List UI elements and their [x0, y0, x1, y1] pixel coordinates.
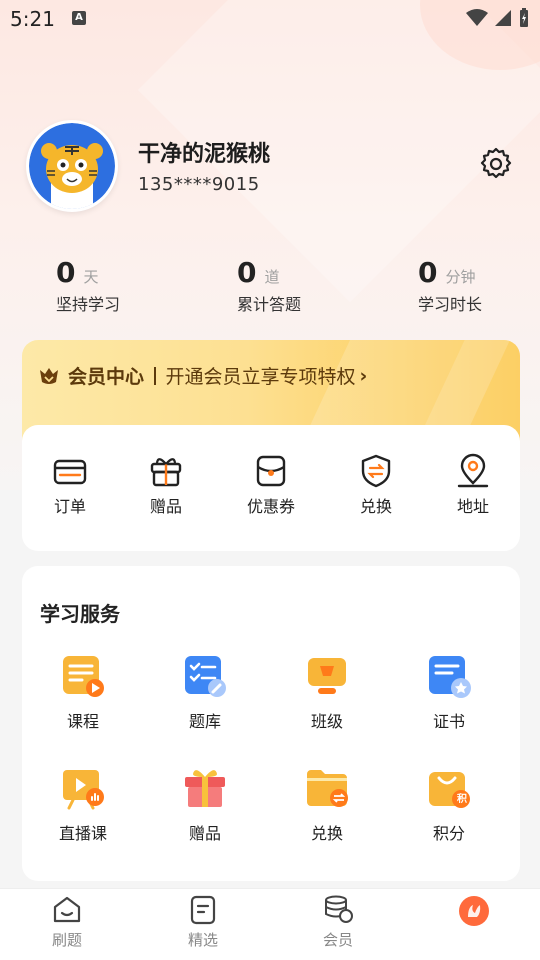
avatar[interactable] — [26, 120, 118, 212]
service-points[interactable]: 积分 积 — [399, 764, 499, 844]
live-course-icon — [63, 770, 104, 810]
status-time: 5:21 — [10, 7, 55, 31]
vip-crown-icon — [40, 367, 58, 384]
vip-center-link[interactable]: 会员中心 开通会员立享专项特权 › — [38, 362, 367, 389]
coins-icon — [325, 895, 353, 923]
stat-value: 0 — [56, 256, 76, 289]
service-live-course[interactable]: 直播课 — [33, 764, 133, 844]
service-gift[interactable]: 赠品 — [155, 764, 255, 844]
service-class[interactable]: 班级 — [277, 652, 377, 732]
class-icon — [308, 658, 346, 694]
gift-box-icon — [185, 770, 225, 807]
points-badge-text: 积 — [457, 794, 467, 805]
gift-icon — [150, 458, 182, 487]
wifi-icon — [466, 9, 488, 26]
service-label: 兑换 — [310, 824, 343, 843]
certificate-icon — [429, 656, 471, 698]
location-icon — [457, 453, 489, 488]
nav-item-practice[interactable]: 刷题 — [17, 895, 117, 950]
profile-icon — [459, 896, 489, 926]
shop-item-label: 优惠券 — [246, 497, 295, 516]
service-label: 课程 — [66, 712, 99, 731]
chevron-right-icon: › — [359, 364, 368, 387]
exchange-shield-icon — [361, 454, 391, 488]
service-certificate[interactable]: 证书 — [399, 652, 499, 732]
stat-value: 0 — [237, 256, 257, 289]
shop-item-coupon[interactable]: 优惠券 — [226, 453, 316, 517]
redeem-folder-icon — [307, 770, 348, 807]
stat-study-days[interactable]: 0天 坚持学习 — [56, 256, 120, 315]
stat-label: 学习时长 — [418, 295, 483, 314]
stat-answered[interactable]: 0道 累计答题 — [237, 256, 301, 315]
nav-label: 精选 — [187, 931, 218, 949]
nav-item-featured[interactable]: 精选 — [153, 895, 253, 950]
study-services-card: 学习服务 课程 题库 班级 证书 直播课 赠品 兑换 积分 积 — [22, 566, 520, 881]
stat-unit: 天 — [83, 268, 99, 286]
service-question-bank[interactable]: 题库 — [155, 652, 255, 732]
nav-item-vip[interactable]: 会员 — [288, 895, 388, 950]
service-label: 班级 — [310, 712, 343, 731]
course-icon — [63, 656, 104, 697]
service-redeem[interactable]: 兑换 — [277, 764, 377, 844]
featured-icon — [190, 895, 216, 925]
stat-unit: 道 — [264, 268, 280, 286]
stat-study-time[interactable]: 0 分钟 学习时长 — [418, 256, 482, 315]
order-icon — [53, 459, 87, 485]
service-label: 赠品 — [188, 824, 221, 843]
study-services-title: 学习服务 — [40, 602, 120, 626]
service-label: 题库 — [188, 712, 221, 731]
username: 干净的泥猴桃 — [138, 142, 271, 167]
signal-icon — [495, 10, 511, 26]
stat-label: 坚持学习 — [56, 295, 121, 314]
shop-item-label: 赠品 — [149, 497, 182, 516]
stat-unit: 分钟 — [445, 268, 476, 286]
shop-item-exchange[interactable]: 兑换 — [331, 453, 421, 517]
nav-item-profile[interactable] — [424, 895, 524, 931]
tiger-avatar-icon — [29, 123, 115, 209]
notification-a-icon: A — [72, 11, 86, 25]
coupon-icon — [256, 455, 286, 487]
shop-item-label: 订单 — [53, 497, 86, 516]
vip-title: 会员中心 — [68, 366, 145, 388]
shop-item-label: 兑换 — [359, 497, 392, 516]
battery-icon — [520, 8, 528, 27]
shop-item-order[interactable]: 订单 — [25, 453, 115, 517]
stat-value: 0 — [418, 256, 438, 289]
shop-item-gift[interactable]: 赠品 — [121, 453, 211, 517]
vip-description: 开通会员立享专项特权 — [165, 366, 356, 388]
service-course[interactable]: 课程 — [33, 652, 133, 732]
service-label: 证书 — [432, 712, 465, 731]
vip-divider — [154, 366, 156, 385]
shop-card: 订单 赠品 优惠券 兑换 地址 — [22, 425, 520, 551]
status-icons — [466, 8, 530, 28]
service-label: 直播课 — [58, 824, 107, 843]
nav-label: 会员 — [322, 931, 353, 949]
status-bar: 5:21 A — [0, 0, 540, 36]
question-bank-icon — [185, 656, 226, 697]
home-icon — [53, 896, 81, 923]
settings-gear-icon[interactable] — [478, 146, 514, 182]
nav-label: 刷题 — [51, 931, 82, 949]
shop-item-label: 地址 — [456, 497, 489, 516]
service-label: 积分 — [432, 824, 465, 843]
stat-label: 累计答题 — [237, 295, 302, 314]
shop-item-address[interactable]: 地址 — [428, 453, 518, 517]
bottom-nav: 刷题 精选 会员 — [0, 888, 540, 960]
phone-number: 135****9015 — [138, 174, 260, 195]
